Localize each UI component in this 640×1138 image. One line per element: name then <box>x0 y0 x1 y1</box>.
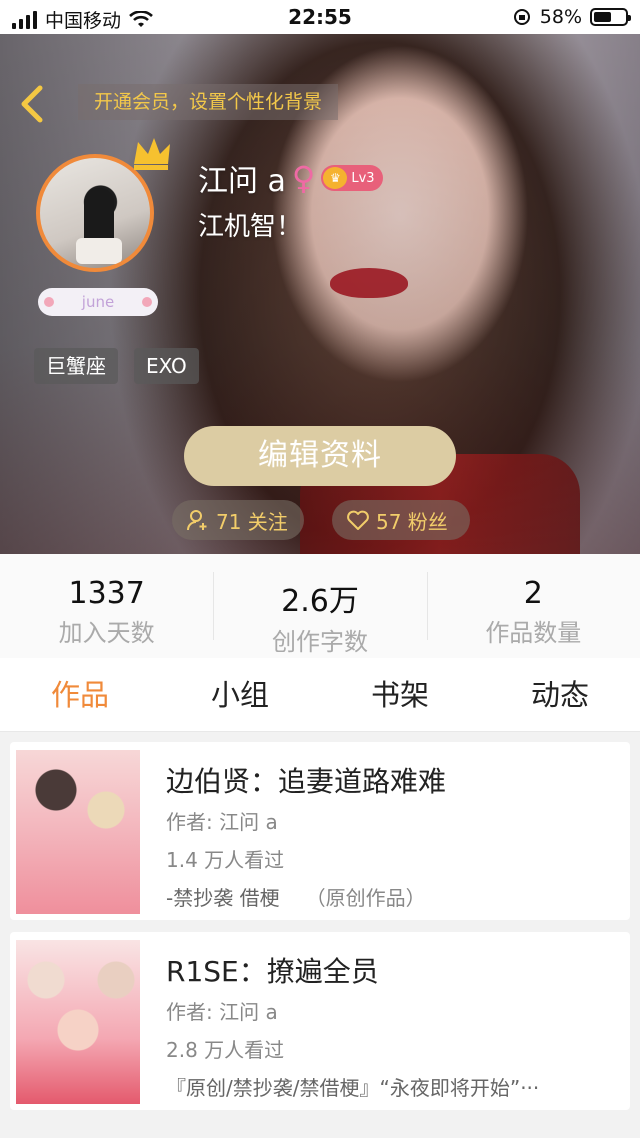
crown-icon <box>134 138 170 170</box>
female-icon: ♀ <box>291 159 316 197</box>
tab-groups[interactable]: 小组 <box>160 658 320 731</box>
profile-header: 开通会员，设置个性化背景 江问 a ♀ ♛ Lv3 江机智！ june 巨蟹座 … <box>0 34 640 554</box>
work-title[interactable]: R1SE：撩遍全员 <box>166 950 379 990</box>
work-card[interactable]: 边伯贤：追妻道路难难 作者: 江问 a 1.4 万人看过 -禁抄袭 借梗 （原创作… <box>10 742 630 920</box>
work-title[interactable]: 边伯贤：追妻道路难难 <box>166 760 446 800</box>
level-crown-icon: ♛ <box>323 167 348 189</box>
battery-icon <box>590 8 631 26</box>
work-cover-image[interactable] <box>16 750 140 914</box>
following-count: 71 关注 <box>216 509 288 534</box>
work-views: 1.4 万人看过 <box>166 848 285 872</box>
fans-button[interactable]: 57 粉丝 <box>332 500 470 540</box>
level-text: Lv3 <box>351 170 375 186</box>
user-name: 江问 a <box>198 164 286 199</box>
tab-activity[interactable]: 动态 <box>480 658 640 731</box>
heart-icon <box>347 510 369 530</box>
work-tag-text: -禁抄袭 借梗 <box>166 886 280 910</box>
stat-label: 创作字数 <box>271 628 368 656</box>
stats-row: 1337 加入天数 2.6万 创作字数 2 作品数量 <box>0 554 640 658</box>
stat-label: 加入天数 <box>58 619 155 647</box>
stat-label: 作品数量 <box>485 619 582 647</box>
status-right: 58% <box>512 6 631 28</box>
battery-percent: 58% <box>539 6 582 28</box>
level-badge: ♛ Lv3 <box>321 165 383 191</box>
tab-bookshelf[interactable]: 书架 <box>320 658 480 731</box>
work-original-label: （原创作品） <box>305 886 426 910</box>
stat-word-count: 2.6万 创作字数 <box>213 554 426 658</box>
profile-tabs: 作品 小组 书架 动态 <box>0 658 640 732</box>
name-row: 江问 a ♀ ♛ Lv3 <box>198 156 383 200</box>
stat-value: 2.6万 <box>281 584 359 619</box>
status-bar: 中国移动 22:55 58% <box>0 0 640 34</box>
vip-background-banner[interactable]: 开通会员，设置个性化背景 <box>78 84 339 120</box>
tab-works[interactable]: 作品 <box>0 658 160 731</box>
work-views: 2.8 万人看过 <box>166 1038 285 1062</box>
work-tags: -禁抄袭 借梗 （原创作品） <box>166 882 426 911</box>
work-card[interactable]: R1SE：撩遍全员 作者: 江问 a 2.8 万人看过 『原创/禁抄袭/禁借梗』… <box>10 932 630 1110</box>
work-tags: 『原创/禁抄袭/禁借梗』“永夜即将开始”··· <box>166 1072 539 1101</box>
work-author: 作者: 江问 a <box>166 1000 278 1024</box>
stat-value: 1337 <box>68 576 145 611</box>
add-user-icon <box>187 510 207 531</box>
work-tag-text: 『原创/禁抄袭/禁借梗』“永夜即将开始”··· <box>166 1076 540 1100</box>
tag-interest[interactable]: EXO <box>134 348 199 384</box>
work-cover-image[interactable] <box>16 940 140 1104</box>
nickname-tag: june <box>38 288 158 316</box>
stat-value: 2 <box>523 576 543 611</box>
rotation-lock-icon <box>513 9 530 25</box>
work-author: 作者: 江问 a <box>166 810 278 834</box>
following-button[interactable]: 71 关注 <box>172 500 304 540</box>
stat-works-count: 2 作品数量 <box>426 554 640 658</box>
fans-count: 57 粉丝 <box>376 509 448 534</box>
profile-tags: 巨蟹座 EXO <box>34 348 199 384</box>
tag-zodiac[interactable]: 巨蟹座 <box>34 348 118 384</box>
stat-join-days: 1337 加入天数 <box>0 554 213 658</box>
back-chevron-icon[interactable] <box>14 82 50 126</box>
edit-profile-button[interactable]: 编辑资料 <box>184 426 456 486</box>
user-signature: 江机智！ <box>198 212 303 242</box>
